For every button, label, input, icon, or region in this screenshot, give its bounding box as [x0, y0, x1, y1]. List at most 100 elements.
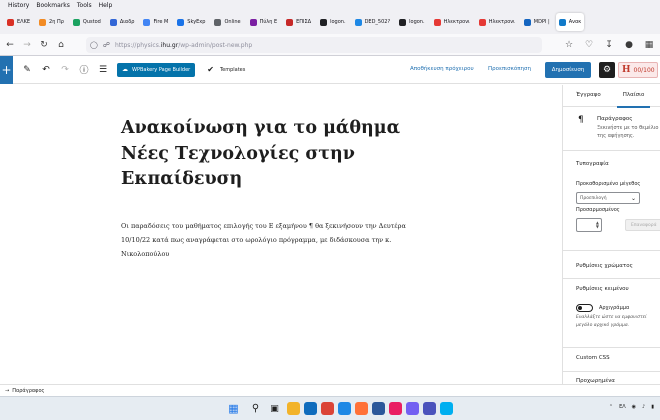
text-settings-toggle[interactable]: Ρυθμίσεις κειμένου	[576, 286, 629, 292]
edge-icon[interactable]	[338, 402, 351, 415]
browser-tab[interactable]: MDPI |	[521, 13, 553, 31]
browser-tab[interactable]: ΕΛΚΕ	[4, 13, 33, 31]
chevron-up-icon[interactable]: ⌃	[609, 404, 613, 410]
spinner-icon[interactable]: ▲ ▼	[596, 221, 599, 229]
volume-icon[interactable]: ♪	[642, 404, 645, 410]
wpbakery-button[interactable]: ☁ WPBakery Page Builder	[117, 62, 196, 77]
tab-favicon-icon	[478, 18, 486, 26]
windows-start-icon[interactable]: ▦	[227, 402, 240, 415]
font-size-select[interactable]: Προεπιλογή ⌄	[576, 192, 640, 204]
tab-favicon-icon	[354, 18, 362, 26]
battery-icon[interactable]: ▮	[651, 404, 654, 410]
back-icon[interactable]: ←	[3, 38, 17, 52]
post-title[interactable]: Ανακοίνωση για το μάθημα Νέες Τεχνολογίε…	[121, 116, 441, 193]
browser-tab-label: Διαδρ	[119, 19, 135, 25]
tab-block[interactable]: Πλαίσιο	[616, 85, 650, 108]
color-settings-toggle[interactable]: Ρυθμίσεις χρώματος	[576, 263, 633, 269]
reset-button[interactable]: Επαναφορά	[625, 219, 660, 231]
seo-score-button[interactable]: H 00/100	[618, 62, 658, 78]
tab-favicon-icon	[433, 18, 441, 26]
forward-icon[interactable]: →	[20, 38, 34, 52]
drop-cap-toggle[interactable]	[576, 304, 593, 312]
browser-tab[interactable]: logon.	[317, 13, 348, 31]
menu-bookmarks[interactable]: Bookmarks	[35, 2, 70, 9]
task-view-icon[interactable]: ▣	[268, 402, 281, 415]
browser-tab[interactable]: Ηλεκτρονι	[431, 13, 473, 31]
save-draft-button[interactable]: Αποθήκευση πρόχειρου	[410, 66, 474, 72]
templates-label: Templates	[219, 66, 246, 73]
redo-icon[interactable]: ↷	[57, 62, 73, 78]
firefox-icon[interactable]	[355, 402, 368, 415]
toggle-knob	[578, 306, 582, 310]
browser-tab-label: MDPI |	[533, 19, 550, 25]
block-description-line: Ξεκινήστε με το θεμέλιο	[597, 125, 659, 131]
search-icon[interactable]: ⚲	[249, 402, 262, 415]
preview-button[interactable]: Προεπισκόπηση	[488, 66, 531, 72]
custom-css-toggle[interactable]: Custom CSS	[576, 355, 610, 361]
browser-menubar: History Bookmarks Tools Help	[0, 0, 660, 10]
edit-pencil-icon[interactable]: ✎	[19, 62, 35, 78]
browser-tab[interactable]: Διαδρ	[107, 13, 138, 31]
block-breadcrumb: → Παράγραφος	[0, 384, 660, 396]
cloud-icon: ☁	[122, 66, 128, 73]
browser-tab[interactable]: 2η Πρ	[36, 13, 67, 31]
language-indicator[interactable]: ΕΛ	[619, 404, 626, 410]
browser-tab[interactable]: SkyExp	[174, 13, 208, 31]
undo-icon[interactable]: ↶	[38, 62, 54, 78]
paragraph-block[interactable]: Οι παραδόσεις του μαθήματος επιλογής του…	[121, 219, 411, 261]
publish-button[interactable]: Δημοσίευση	[545, 62, 591, 78]
typography-panel-toggle[interactable]: Τυπογραφία	[576, 161, 609, 167]
mail-icon[interactable]	[304, 402, 317, 415]
browser-tab[interactable]: Ανακ	[555, 13, 585, 31]
shield-icon[interactable]: ◯	[90, 41, 98, 49]
add-block-button[interactable]: +	[0, 55, 13, 84]
browser-tab[interactable]: Ηλεκτρονι	[476, 13, 518, 31]
browser-tab-label: Online	[224, 19, 241, 25]
breadcrumb-item[interactable]: Παράγραφος	[12, 388, 44, 394]
lock-icon[interactable]: ☍	[103, 41, 110, 49]
browser-toolbar-right: ☆ ♡ ↧ ● ▦	[556, 38, 656, 52]
templates-icon: ✔	[207, 65, 214, 74]
custom-font-size-input[interactable]: ▲ ▼	[576, 218, 602, 232]
address-bar[interactable]: ◯ ☍ https://physics.ihu.gr/wp-admin/post…	[86, 37, 542, 53]
pocket-icon[interactable]: ♡	[582, 38, 596, 52]
menu-tools[interactable]: Tools	[76, 2, 92, 9]
home-icon[interactable]: ⌂	[54, 38, 68, 52]
wifi-icon[interactable]: ◉	[632, 404, 636, 410]
browser-tab[interactable]: Online	[211, 13, 243, 31]
browser-tab[interactable]: Πύλη Ε	[247, 13, 281, 31]
templates-button[interactable]: ✔ Templates	[207, 65, 245, 74]
reload-icon[interactable]: ↻	[37, 38, 51, 52]
menu-history[interactable]: History	[0, 2, 29, 9]
custom-size-label: Προσαρμοσμένος	[576, 207, 620, 213]
skype-icon[interactable]	[440, 402, 453, 415]
font-size-select-value: Προεπιλογή	[580, 195, 607, 201]
chrome-icon[interactable]	[321, 402, 334, 415]
preset-size-label: Προκαθορισμένο μέγεθος	[576, 181, 641, 187]
tab-document[interactable]: Έγγραφο	[576, 85, 601, 107]
browser-tab[interactable]: Qustod	[70, 13, 104, 31]
info-icon[interactable]: ⓘ	[76, 62, 92, 78]
editor-canvas: Ανακοίνωση για το μάθημα Νέες Τεχνολογίε…	[0, 85, 562, 384]
browser-tab-label: logon.	[330, 19, 346, 25]
download-icon[interactable]: ↧	[602, 38, 616, 52]
chevron-down-icon: ⌄	[630, 194, 636, 202]
word-icon[interactable]	[372, 402, 385, 415]
viber-icon[interactable]	[406, 402, 419, 415]
sidebar-divider	[563, 371, 660, 372]
account-icon[interactable]: ●	[622, 38, 636, 52]
browser-tab[interactable]: DED_502?	[352, 13, 394, 31]
menu-help[interactable]: Help	[98, 2, 113, 9]
bookmark-star-icon[interactable]: ☆	[562, 38, 576, 52]
browser-tab-label: Πύλη Ε	[259, 19, 278, 25]
list-view-icon[interactable]: ☰	[95, 62, 111, 78]
browser-tab[interactable]: Fire M	[140, 13, 171, 31]
media-icon[interactable]	[389, 402, 402, 415]
browser-tab[interactable]: logon.	[396, 13, 427, 31]
sidebar-tabs: Έγγραφο Πλαίσιο	[563, 85, 660, 108]
settings-gear-icon[interactable]: ⚙	[599, 62, 615, 78]
teams-icon[interactable]	[423, 402, 436, 415]
file-explorer-icon[interactable]	[287, 402, 300, 415]
browser-tab[interactable]: ΕΠΙΣΔ	[283, 13, 314, 31]
extension-icon[interactable]: ▦	[642, 38, 656, 52]
